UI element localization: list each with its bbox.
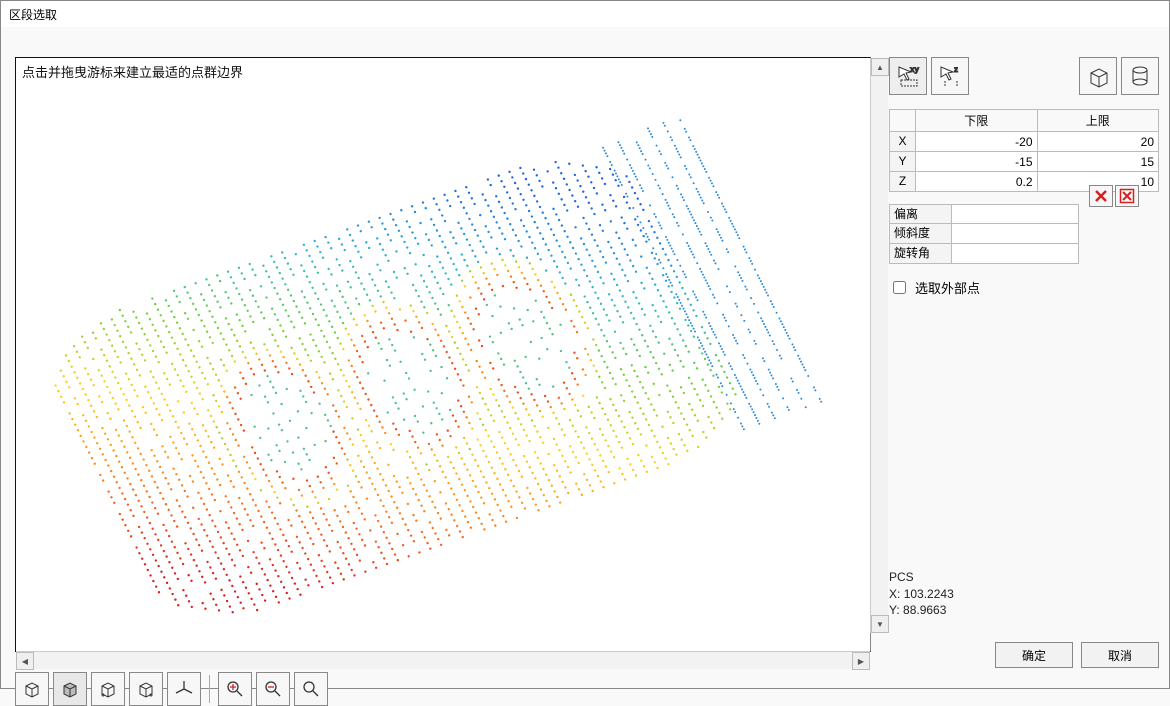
scroll-up-icon[interactable]: ▲	[871, 58, 889, 76]
view-iso-1-button[interactable]	[15, 672, 49, 706]
prop-rotation-value[interactable]	[952, 244, 1078, 263]
select-external-checkbox-input[interactable]	[893, 281, 906, 294]
row-label-z: Z	[890, 172, 916, 191]
y-lower-input[interactable]	[916, 152, 1037, 171]
z-lower-input[interactable]	[916, 172, 1037, 191]
view-iso-3-button[interactable]	[91, 672, 125, 706]
horizontal-scrollbar[interactable]: ◀ ▶	[16, 651, 870, 669]
zoom-out-button[interactable]	[256, 672, 290, 706]
prop-offset-value[interactable]	[952, 205, 1078, 223]
view-axes-button[interactable]	[167, 672, 201, 706]
zoom-in-button[interactable]	[218, 672, 252, 706]
scroll-left-icon[interactable]: ◀	[16, 652, 34, 670]
x-upper-input[interactable]	[1038, 132, 1159, 151]
row-label-y: Y	[890, 152, 916, 171]
coordinate-readout: PCS X: 103.2243 Y: 88.9663	[889, 569, 954, 618]
shape-box-button[interactable]	[1079, 57, 1117, 95]
view-toolbar	[15, 672, 328, 706]
select-external-checkbox[interactable]: 选取外部点	[889, 278, 1159, 297]
coord-y-label: Y:	[889, 603, 900, 617]
select-external-label: 选取外部点	[915, 278, 980, 297]
prop-rotation-label: 旋转角	[890, 244, 952, 263]
viewport[interactable]: 点击并拖曳游标来建立最适的点群边界 ▲ ▼ ◀ ▶	[15, 57, 871, 652]
view-iso-4-button[interactable]	[129, 672, 163, 706]
table-row: X	[889, 132, 1159, 152]
shape-cylinder-button[interactable]	[1121, 57, 1159, 95]
table-row: Y	[889, 152, 1159, 172]
options-panel: xy z 下限 上限 X Y	[889, 57, 1159, 676]
prop-tilt-label: 倾斜度	[890, 224, 952, 243]
coord-x-label: X:	[889, 587, 900, 601]
prop-offset-label: 偏离	[890, 205, 952, 223]
clear-button[interactable]	[1089, 185, 1113, 207]
toolbar-separator	[209, 675, 210, 703]
x-lower-input[interactable]	[916, 132, 1037, 151]
window-title: 区段选取	[1, 1, 1169, 28]
properties-table: 偏离 倾斜度 旋转角	[889, 204, 1079, 264]
limits-header: 下限 上限	[889, 109, 1159, 132]
scroll-down-icon[interactable]: ▼	[871, 615, 889, 633]
clear-box-button[interactable]	[1115, 185, 1139, 207]
ok-button[interactable]: 确定	[995, 642, 1073, 668]
row-label-x: X	[890, 132, 916, 151]
svg-text:xy: xy	[910, 65, 919, 74]
coord-sys: PCS	[889, 569, 954, 585]
vertical-scrollbar[interactable]: ▲ ▼	[870, 58, 888, 633]
coord-y-value: 88.9663	[903, 603, 946, 617]
zoom-fit-button[interactable]	[294, 672, 328, 706]
svg-text:z: z	[954, 65, 958, 74]
view-iso-2-button[interactable]	[53, 672, 87, 706]
prop-tilt-value[interactable]	[952, 224, 1078, 243]
cancel-button[interactable]: 取消	[1081, 642, 1159, 668]
coord-x-value: 103.2243	[904, 587, 954, 601]
y-upper-input[interactable]	[1038, 152, 1159, 171]
header-upper: 上限	[1038, 110, 1159, 131]
header-lower: 下限	[916, 110, 1038, 131]
scroll-right-icon[interactable]: ▶	[852, 652, 870, 670]
select-z-button[interactable]: z	[931, 57, 969, 95]
select-xy-button[interactable]: xy	[889, 57, 927, 95]
pointcloud-canvas	[16, 58, 870, 652]
